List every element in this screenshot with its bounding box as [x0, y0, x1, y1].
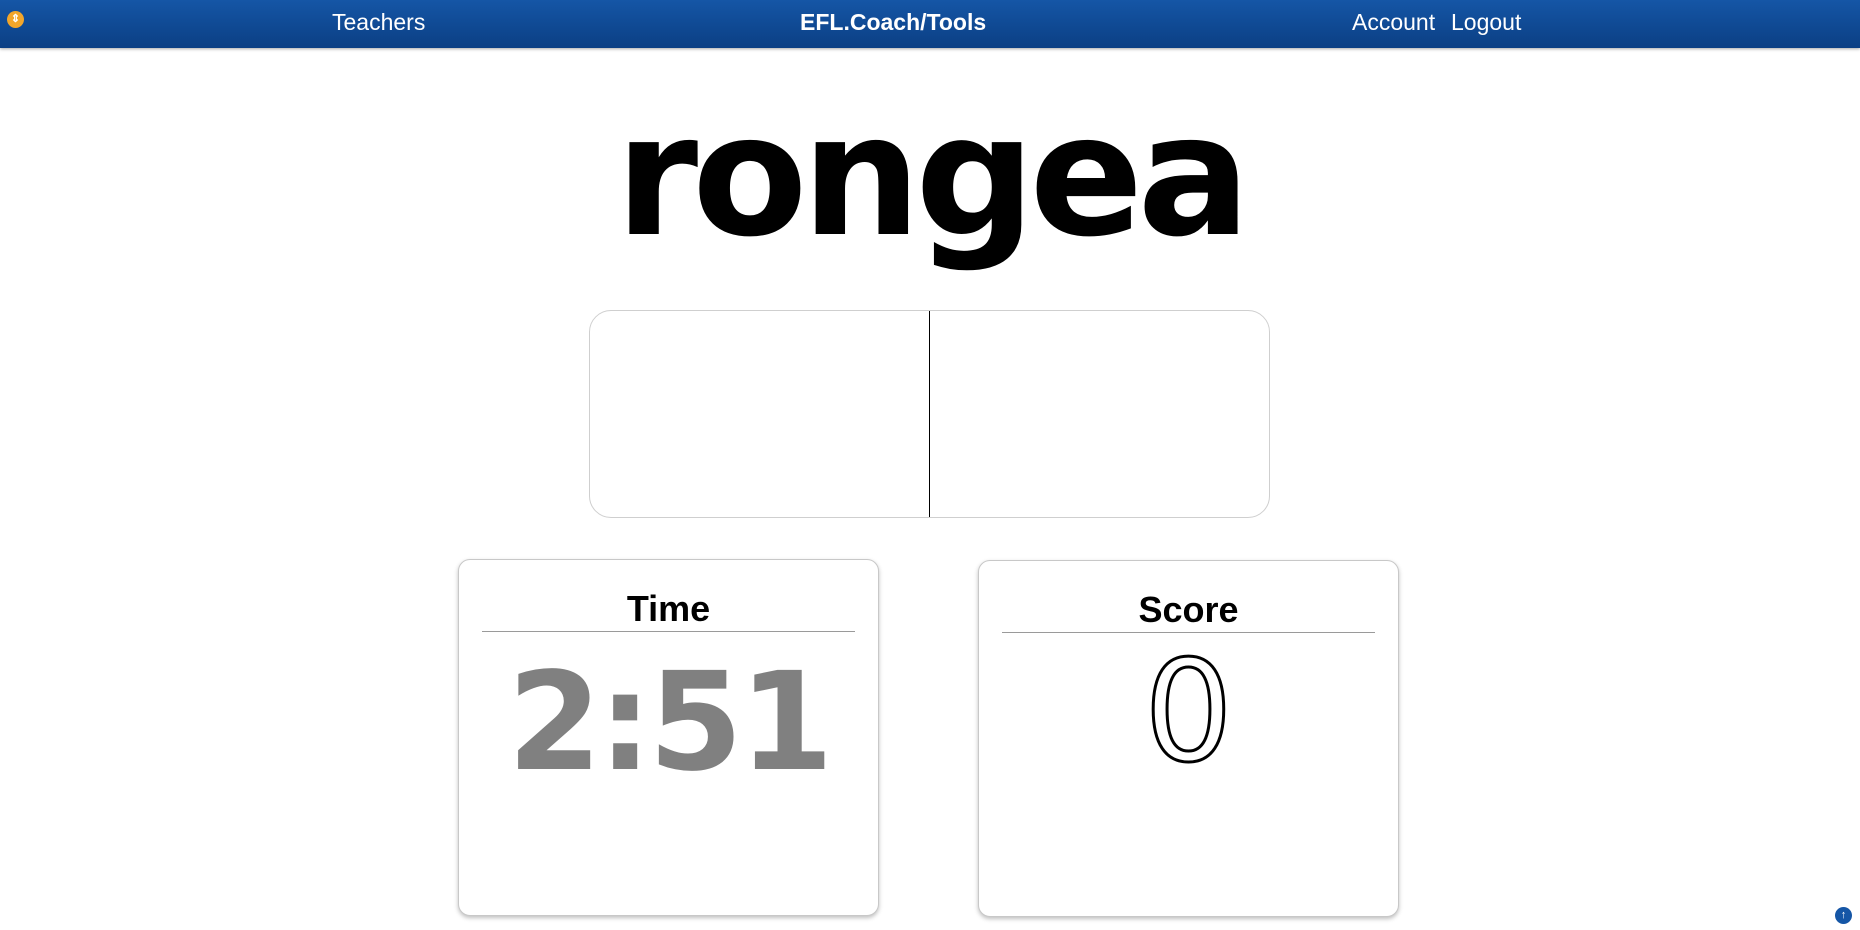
score-panel-title: Score — [1138, 589, 1239, 630]
timer-value: 2:51 — [507, 644, 833, 802]
nav-teachers-link[interactable]: Teachers — [332, 9, 425, 36]
nav-account-link[interactable]: Account — [1352, 9, 1435, 36]
score-panel: Score 0 — [978, 560, 1399, 917]
time-panel-divider — [482, 631, 855, 632]
brand-link[interactable]: EFL.Coach/Tools — [800, 9, 986, 36]
arrow-up-icon[interactable]: ↑ — [1835, 907, 1852, 924]
score-value: 0 — [1142, 631, 1234, 794]
top-nav-bar: ⇕ Teachers EFL.Coach/Tools Account Logou… — [0, 0, 1860, 48]
text-caret — [929, 311, 930, 517]
scrambled-word: rongea — [615, 78, 1250, 274]
nav-logout-link[interactable]: Logout — [1451, 9, 1521, 36]
time-panel: Time 2:51 — [458, 559, 879, 916]
answer-input[interactable] — [589, 310, 1270, 518]
menu-toggle-icon[interactable]: ⇕ — [7, 11, 24, 28]
time-panel-title: Time — [626, 588, 711, 629]
